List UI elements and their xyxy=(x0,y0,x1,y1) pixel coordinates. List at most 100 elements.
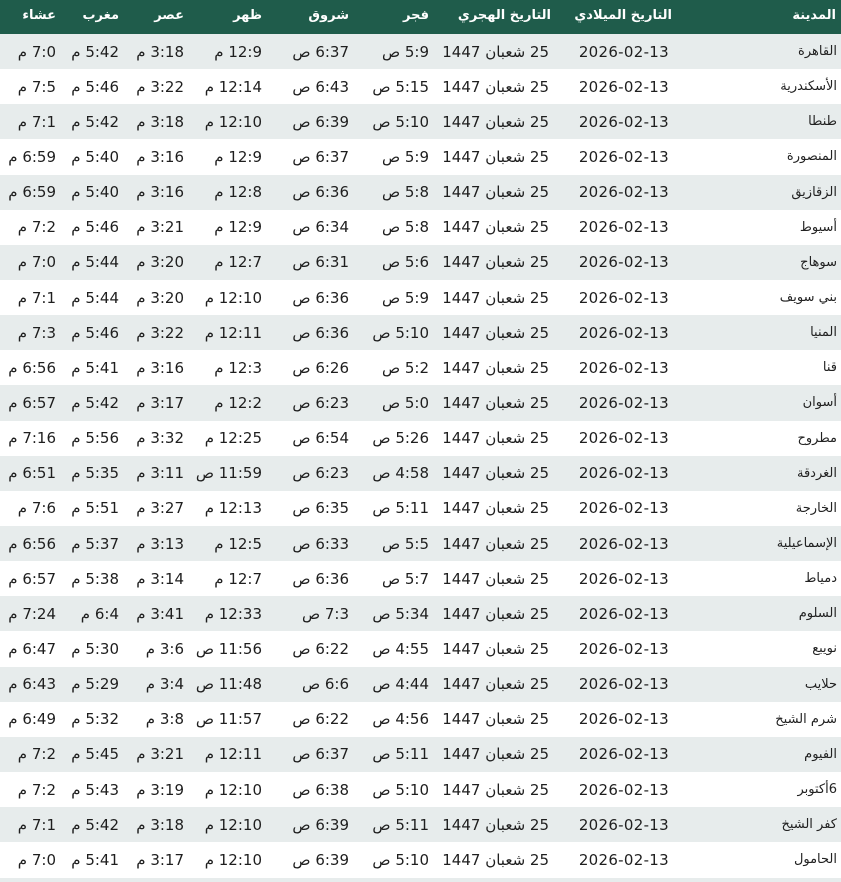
gregorian-date-cell: 2026-02-13 xyxy=(578,288,669,307)
gregorian-date-cell: 2026-02-13 xyxy=(578,218,669,237)
isha-cell: 6:49 م xyxy=(8,710,56,729)
table-row: الغردقة 2026-02-13 25 شعبان 1447 4:58 ص 6:23… xyxy=(0,455,841,491)
city-cell: أسيوط xyxy=(799,219,837,235)
city-cell: حلايب xyxy=(804,676,837,692)
isha-cell: 7:1 م xyxy=(17,288,56,307)
hijri-date-cell: 25 شعبان 1447 xyxy=(442,77,549,96)
hijri-date-cell: 25 شعبان 1447 xyxy=(442,815,549,834)
asr-cell: 3:4 م xyxy=(145,675,184,694)
dhuhr-cell: 11:48 ص xyxy=(195,675,262,694)
asr-cell: 3:13 م xyxy=(136,534,184,553)
fajr-cell: 4:58 ص xyxy=(372,464,429,483)
asr-cell: 3:18 م xyxy=(136,42,184,61)
fajr-cell: 5:0 ص xyxy=(381,393,429,412)
gregorian-date-cell: 2026-02-13 xyxy=(578,253,669,272)
fajr-cell: 5:10 ص xyxy=(372,780,429,799)
table-row: القاهرة 2026-02-13 25 شعبان 1447 5:9 ص 6:37 … xyxy=(0,34,841,70)
gregorian-date-cell: 2026-02-13 xyxy=(578,604,669,623)
asr-cell: 3:41 م xyxy=(136,604,184,623)
hijri-date-cell: 25 شعبان 1447 xyxy=(442,393,549,412)
table-header: المدينة التاريخ الميلادي التاريخ الهجري … xyxy=(0,0,841,34)
gregorian-date-cell: 2026-02-13 xyxy=(578,745,669,764)
hijri-date-cell: 25 شعبان 1447 xyxy=(442,464,549,483)
hijri-date-cell: 25 شعبان 1447 xyxy=(442,42,549,61)
asr-cell: 3:17 م xyxy=(136,393,184,412)
asr-cell: 3:8 م xyxy=(145,710,184,729)
fajr-cell: 5:6 ص xyxy=(381,253,429,272)
dhuhr-cell: 12:33 م xyxy=(204,604,262,623)
gregorian-date-cell: 2026-02-13 xyxy=(578,815,669,834)
city-cell: السلوم xyxy=(798,606,837,622)
asr-cell: 3:18 م xyxy=(136,815,184,834)
city-cell: الخارجة xyxy=(795,500,837,516)
maghrib-cell: 5:51 م xyxy=(71,499,119,518)
fajr-cell: 4:56 ص xyxy=(372,710,429,729)
gregorian-date-cell: 2026-02-13 xyxy=(578,393,669,412)
gregorian-date-cell: 2026-02-13 xyxy=(578,710,669,729)
hijri-date-cell: 25 شعبان 1447 xyxy=(442,745,549,764)
dhuhr-cell: 12:25 م xyxy=(204,429,262,448)
dhuhr-cell: 12:10 م xyxy=(204,112,262,131)
shuruq-cell: 6:38 ص xyxy=(292,780,349,799)
dhuhr-cell: 12:10 م xyxy=(204,815,262,834)
table-row: السلوم 2026-02-13 25 شعبان 1447 5:34 ص 7:3 ص… xyxy=(0,596,841,632)
table-row: الحامول 2026-02-13 25 شعبان 1447 5:10 ص 6:39… xyxy=(0,842,841,878)
hijri-date-cell: 25 شعبان 1447 xyxy=(442,710,549,729)
table-row: كفر الشيخ 2026-02-13 25 شعبان 1447 5:11 ص 6:… xyxy=(0,807,841,843)
isha-cell: 6:56 م xyxy=(8,534,56,553)
isha-cell: 7:24 م xyxy=(8,604,56,623)
shuruq-cell: 7:3 ص xyxy=(301,604,349,623)
gregorian-date-cell: 2026-02-13 xyxy=(578,429,669,448)
gregorian-date-cell: 2026-02-13 xyxy=(578,499,669,518)
hijri-date-cell: 25 شعبان 1447 xyxy=(442,675,549,694)
gregorian-date-cell: 2026-02-13 xyxy=(578,569,669,588)
dhuhr-cell: 12:11 م xyxy=(204,323,262,342)
dhuhr-cell: 11:56 ص xyxy=(195,639,262,658)
table-row: بني سويف 2026-02-13 25 شعبان 1447 5:9 ص 6:36… xyxy=(0,279,841,316)
isha-cell: 6:43 م xyxy=(8,675,56,694)
gregorian-date-cell: 2026-02-13 xyxy=(578,183,669,202)
asr-cell: 3:19 م xyxy=(136,780,184,799)
maghrib-cell: 5:45 م xyxy=(71,745,119,764)
isha-cell: 7:16 م xyxy=(8,429,56,448)
hijri-date-cell: 25 شعبان 1447 xyxy=(442,288,549,307)
shuruq-cell: 6:35 ص xyxy=(292,499,349,518)
gregorian-date-cell: 2026-02-13 xyxy=(578,77,669,96)
table-row: مطروح 2026-02-13 25 شعبان 1447 5:26 ص 6:54 ص… xyxy=(0,420,841,456)
gregorian-date-cell: 2026-02-13 xyxy=(578,850,669,869)
gregorian-date-cell: 2026-02-13 xyxy=(578,464,669,483)
asr-cell: 3:16 م xyxy=(136,147,184,166)
fajr-cell: 5:9 ص xyxy=(381,42,429,61)
shuruq-cell: 6:54 ص xyxy=(292,429,349,448)
city-cell: القاهرة xyxy=(798,44,837,60)
asr-cell: 3:32 م xyxy=(136,429,184,448)
header-city: المدينة xyxy=(792,7,836,23)
maghrib-cell: 5:42 م xyxy=(71,393,119,412)
city-cell: 6أكتوبر xyxy=(797,782,837,798)
hijri-date-cell: 25 شعبان 1447 xyxy=(442,112,549,131)
hijri-date-cell: 25 شعبان 1447 xyxy=(442,499,549,518)
fajr-cell: 5:8 ص xyxy=(381,183,429,202)
isha-cell: 7:0 م xyxy=(17,42,56,61)
gregorian-date-cell: 2026-02-13 xyxy=(578,42,669,61)
shuruq-cell: 6:36 ص xyxy=(292,183,349,202)
shuruq-cell: 6:33 ص xyxy=(292,534,349,553)
header-maghrib: مغرب xyxy=(82,7,119,23)
city-cell: كفر الشيخ xyxy=(781,817,837,833)
dhuhr-cell: 12:10 م xyxy=(204,850,262,869)
hijri-date-cell: 25 شعبان 1447 xyxy=(442,850,549,869)
table-row: 6أكتوبر 2026-02-13 25 شعبان 1447 5:10 ص 6:38… xyxy=(0,771,841,808)
fajr-cell: 5:8 ص xyxy=(381,218,429,237)
table-body: القاهرة 2026-02-13 25 شعبان 1447 5:9 ص 6:37 … xyxy=(0,34,841,878)
prayer-times-table-container: المدينة التاريخ الميلادي التاريخ الهجري … xyxy=(0,0,841,882)
asr-cell: 3:17 م xyxy=(136,850,184,869)
fajr-cell: 5:2 ص xyxy=(381,358,429,377)
asr-cell: 3:27 م xyxy=(136,499,184,518)
isha-cell: 6:57 م xyxy=(8,569,56,588)
maghrib-cell: 5:38 م xyxy=(71,569,119,588)
isha-cell: 6:59 م xyxy=(8,147,56,166)
fajr-cell: 5:34 ص xyxy=(372,604,429,623)
header-row: المدينة التاريخ الميلادي التاريخ الهجري … xyxy=(0,0,841,34)
fajr-cell: 5:26 ص xyxy=(372,429,429,448)
dhuhr-cell: 12:5 م xyxy=(214,534,262,553)
